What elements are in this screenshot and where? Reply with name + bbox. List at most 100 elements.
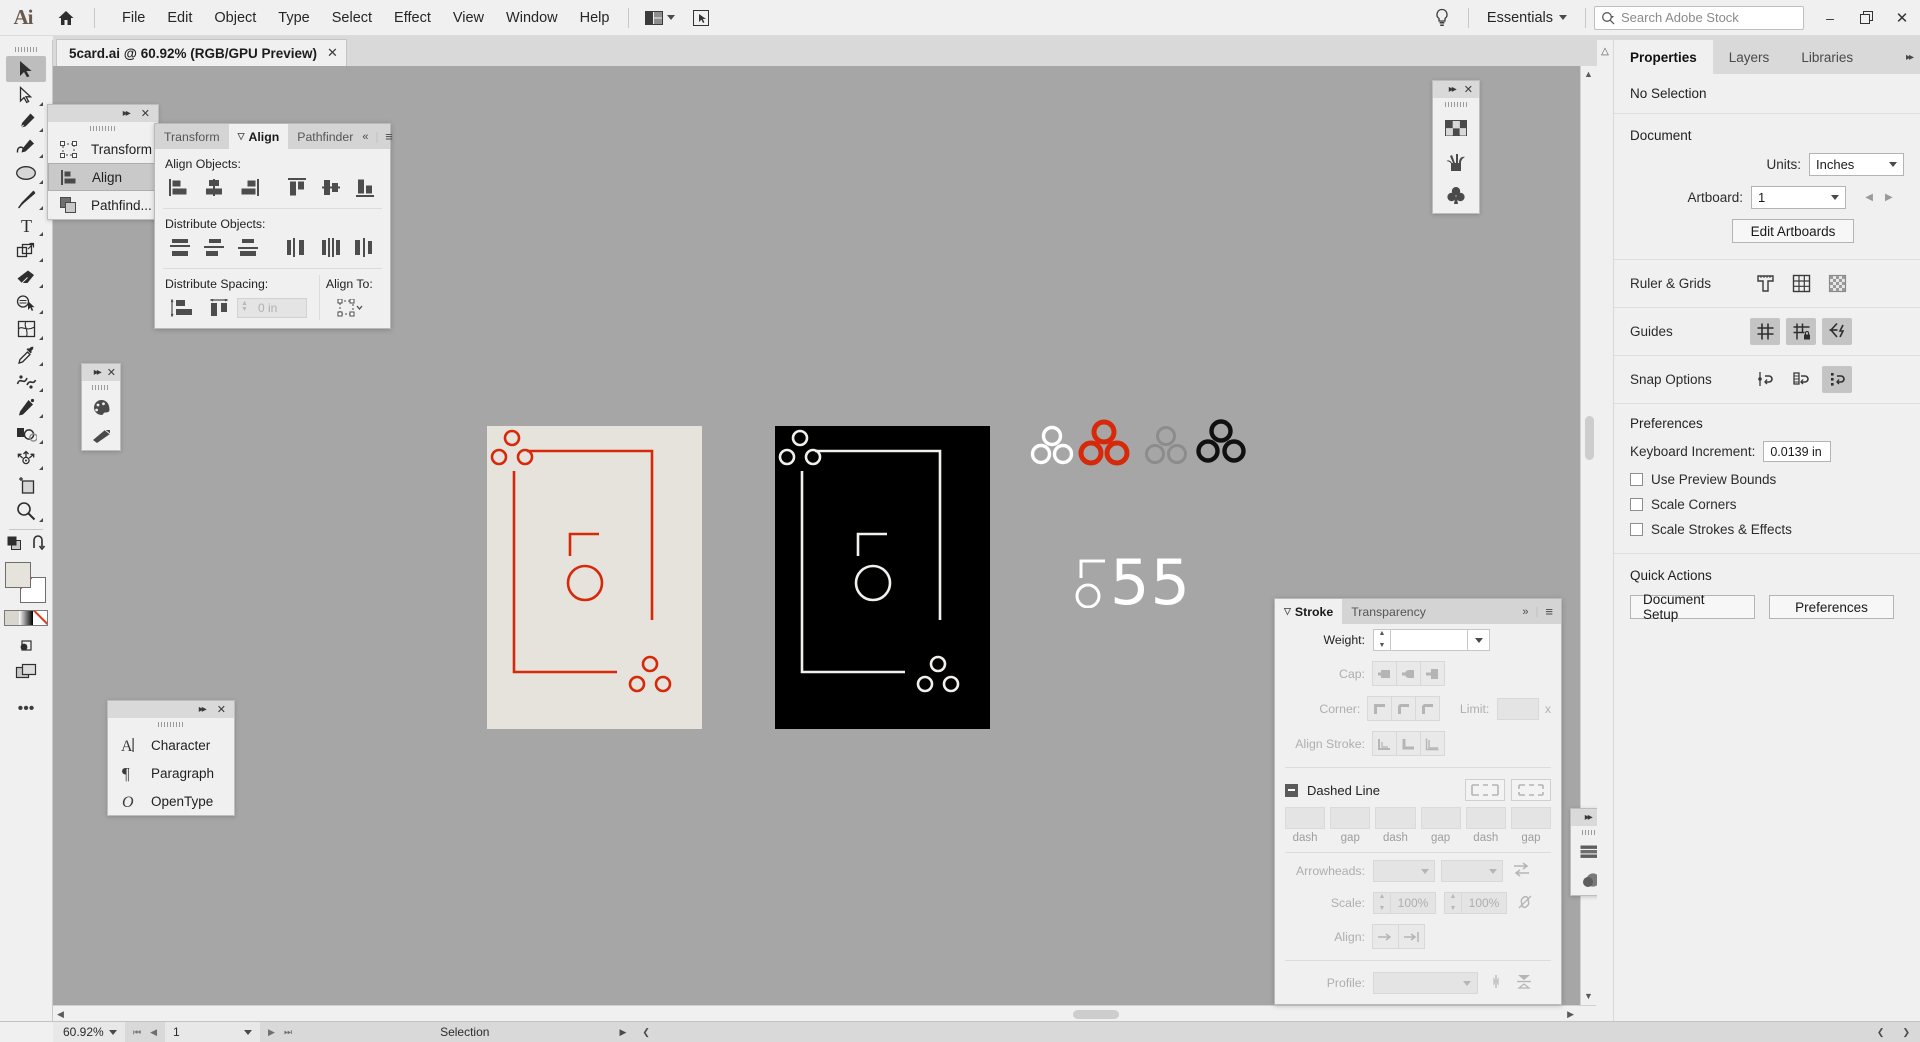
scroll-right-arrow[interactable]: ▶ [1567, 1009, 1574, 1020]
tips-bulb-icon[interactable] [1424, 1, 1460, 35]
document-setup-button[interactable]: Document Setup [1630, 595, 1755, 619]
distribute-horizontal-left-button[interactable] [280, 235, 314, 260]
dock-item-color[interactable] [82, 394, 120, 422]
units-select[interactable]: Inches [1809, 153, 1904, 176]
menu-window[interactable]: Window [495, 0, 569, 36]
projecting-cap-button[interactable] [1420, 661, 1445, 686]
status-scroll-right-button[interactable]: ❯ [1902, 1027, 1910, 1038]
distribute-horizontal-center-button[interactable] [314, 235, 348, 260]
align-bottom-button[interactable] [348, 175, 382, 200]
black-card-artwork[interactable] [775, 426, 990, 729]
status-scroll-left-button[interactable]: ❮ [1877, 1027, 1885, 1038]
extend-arrow-beyond-end-button[interactable] [1372, 924, 1399, 949]
align-to-selection-button[interactable] [328, 295, 372, 320]
search-adobe-stock-input[interactable]: Search Adobe Stock [1594, 6, 1804, 30]
zoom-level-control[interactable]: 60.92% [53, 1022, 125, 1042]
dock-item-character[interactable]: A Character [108, 731, 234, 759]
tab-stroke[interactable]: ▽ Stroke [1275, 599, 1342, 624]
align-stroke-inside-button[interactable] [1396, 731, 1421, 756]
scroll-left-arrow[interactable]: ◀ [57, 1009, 64, 1020]
scale-strokes-effects-checkbox[interactable] [1630, 523, 1643, 536]
show-guides-icon[interactable] [1750, 318, 1780, 345]
align-stroke-center-button[interactable] [1372, 731, 1397, 756]
document-tab[interactable]: 5card.ai @ 60.92% (RGB/GPU Preview) ✕ [56, 39, 347, 66]
previous-artboard-button[interactable]: ◀ [1865, 192, 1873, 203]
flip-profile-along-icon[interactable] [1515, 974, 1533, 992]
color-button[interactable] [5, 611, 19, 625]
first-artboard-button[interactable]: ⏮ [133, 1027, 141, 1038]
spacing-value-input[interactable]: ▲▼ 0 in [237, 298, 307, 318]
scale-stepper-2[interactable]: ▲▼ [1444, 892, 1461, 914]
dock-item-swatches[interactable] [1433, 111, 1479, 145]
vertical-scroll-thumb[interactable] [1585, 416, 1594, 460]
menu-effect[interactable]: Effect [383, 0, 442, 36]
bevel-join-button[interactable] [1415, 696, 1440, 721]
gradient-mesh-tool[interactable] [6, 316, 46, 342]
ellipse-tool[interactable] [6, 160, 46, 186]
smart-guides-icon[interactable] [1822, 318, 1852, 345]
align-top-button[interactable] [280, 175, 314, 200]
dock-item-paragraph[interactable]: ¶ Paragraph [108, 759, 234, 787]
dash-preserve-exact-button[interactable] [1465, 779, 1505, 801]
home-icon[interactable] [46, 0, 86, 36]
edit-artboards-button[interactable]: Edit Artboards [1732, 219, 1854, 243]
window-minimize-button[interactable]: – [1812, 1, 1848, 35]
distribute-vertical-center-button[interactable] [197, 235, 231, 260]
snap-to-grid-icon[interactable] [1786, 366, 1816, 393]
default-fill-stroke-icon[interactable] [6, 535, 23, 556]
tab-transform[interactable]: Transform [155, 124, 229, 149]
flip-profile-across-icon[interactable] [1488, 974, 1506, 992]
status-expand-button[interactable]: ▶ [619, 1027, 626, 1038]
align-horizontal-center-button[interactable] [197, 175, 231, 200]
menu-help[interactable]: Help [569, 0, 621, 36]
trefoil-gray[interactable] [1143, 424, 1189, 470]
arrowhead-start-select[interactable] [1373, 860, 1435, 882]
arrange-documents-button[interactable] [637, 5, 683, 31]
weight-input[interactable] [1390, 629, 1468, 651]
artboard-number-control[interactable]: 1 [165, 1022, 260, 1042]
dash-input[interactable] [1285, 807, 1325, 829]
expand-arrows-icon[interactable]: ▸▸ [94, 367, 100, 378]
paintbrush-tool[interactable] [6, 186, 46, 212]
zoom-tool[interactable] [6, 498, 46, 524]
scale-corners-checkbox[interactable] [1630, 498, 1643, 511]
window-restore-button[interactable] [1848, 1, 1884, 35]
expand-arrows-icon[interactable]: ▸▸ [123, 108, 129, 119]
place-arrow-at-end-button[interactable] [1398, 924, 1425, 949]
panel-menu-icon[interactable]: ≡ [385, 129, 393, 144]
close-icon[interactable]: ✕ [217, 703, 226, 716]
show-rulers-icon[interactable] [1750, 270, 1780, 297]
weight-dropdown-button[interactable] [1468, 629, 1490, 651]
properties-expand-arrows[interactable]: ▸▸ [1906, 40, 1920, 74]
none-button[interactable] [33, 611, 47, 625]
menu-select[interactable]: Select [321, 0, 383, 36]
arrowhead-end-select[interactable] [1441, 860, 1503, 882]
close-icon[interactable]: ✕ [141, 107, 150, 120]
curvature-tool[interactable] [6, 134, 46, 160]
pen-tool[interactable] [6, 108, 46, 134]
artboard-tool[interactable] [6, 472, 46, 498]
align-vertical-center-button[interactable] [314, 175, 348, 200]
dock-item-color-guide[interactable] [82, 422, 120, 450]
dock-item-align[interactable]: Align [48, 163, 158, 191]
dock-item-transform[interactable]: Transform [48, 135, 158, 163]
color-mode-buttons[interactable] [4, 610, 48, 626]
tab-libraries[interactable]: Libraries [1785, 40, 1869, 74]
horizontal-scroll-thumb[interactable] [1073, 1010, 1119, 1019]
swap-fill-stroke-icon[interactable] [31, 535, 47, 556]
type-tool[interactable]: T [6, 212, 46, 238]
direct-selection-tool[interactable] [6, 82, 46, 108]
panel-grip[interactable] [82, 381, 120, 394]
last-artboard-button[interactable]: ⏭ [284, 1027, 292, 1038]
link-scale-icon[interactable] [1517, 894, 1533, 913]
menu-type[interactable]: Type [267, 0, 320, 36]
use-preview-bounds-checkbox[interactable] [1630, 473, 1643, 486]
collapse-chevron-icon[interactable]: △ [1601, 46, 1609, 57]
collapse-icon[interactable]: « [362, 131, 368, 143]
blend-tool[interactable] [6, 368, 46, 394]
panel-menu-icon[interactable]: ≡ [1545, 604, 1553, 619]
use-preview-bounds-row[interactable]: Use Preview Bounds [1630, 472, 1904, 487]
window-close-button[interactable]: ✕ [1884, 1, 1920, 35]
scroll-up-arrow[interactable]: ▲ [1584, 69, 1593, 79]
dash-input[interactable] [1375, 807, 1415, 829]
